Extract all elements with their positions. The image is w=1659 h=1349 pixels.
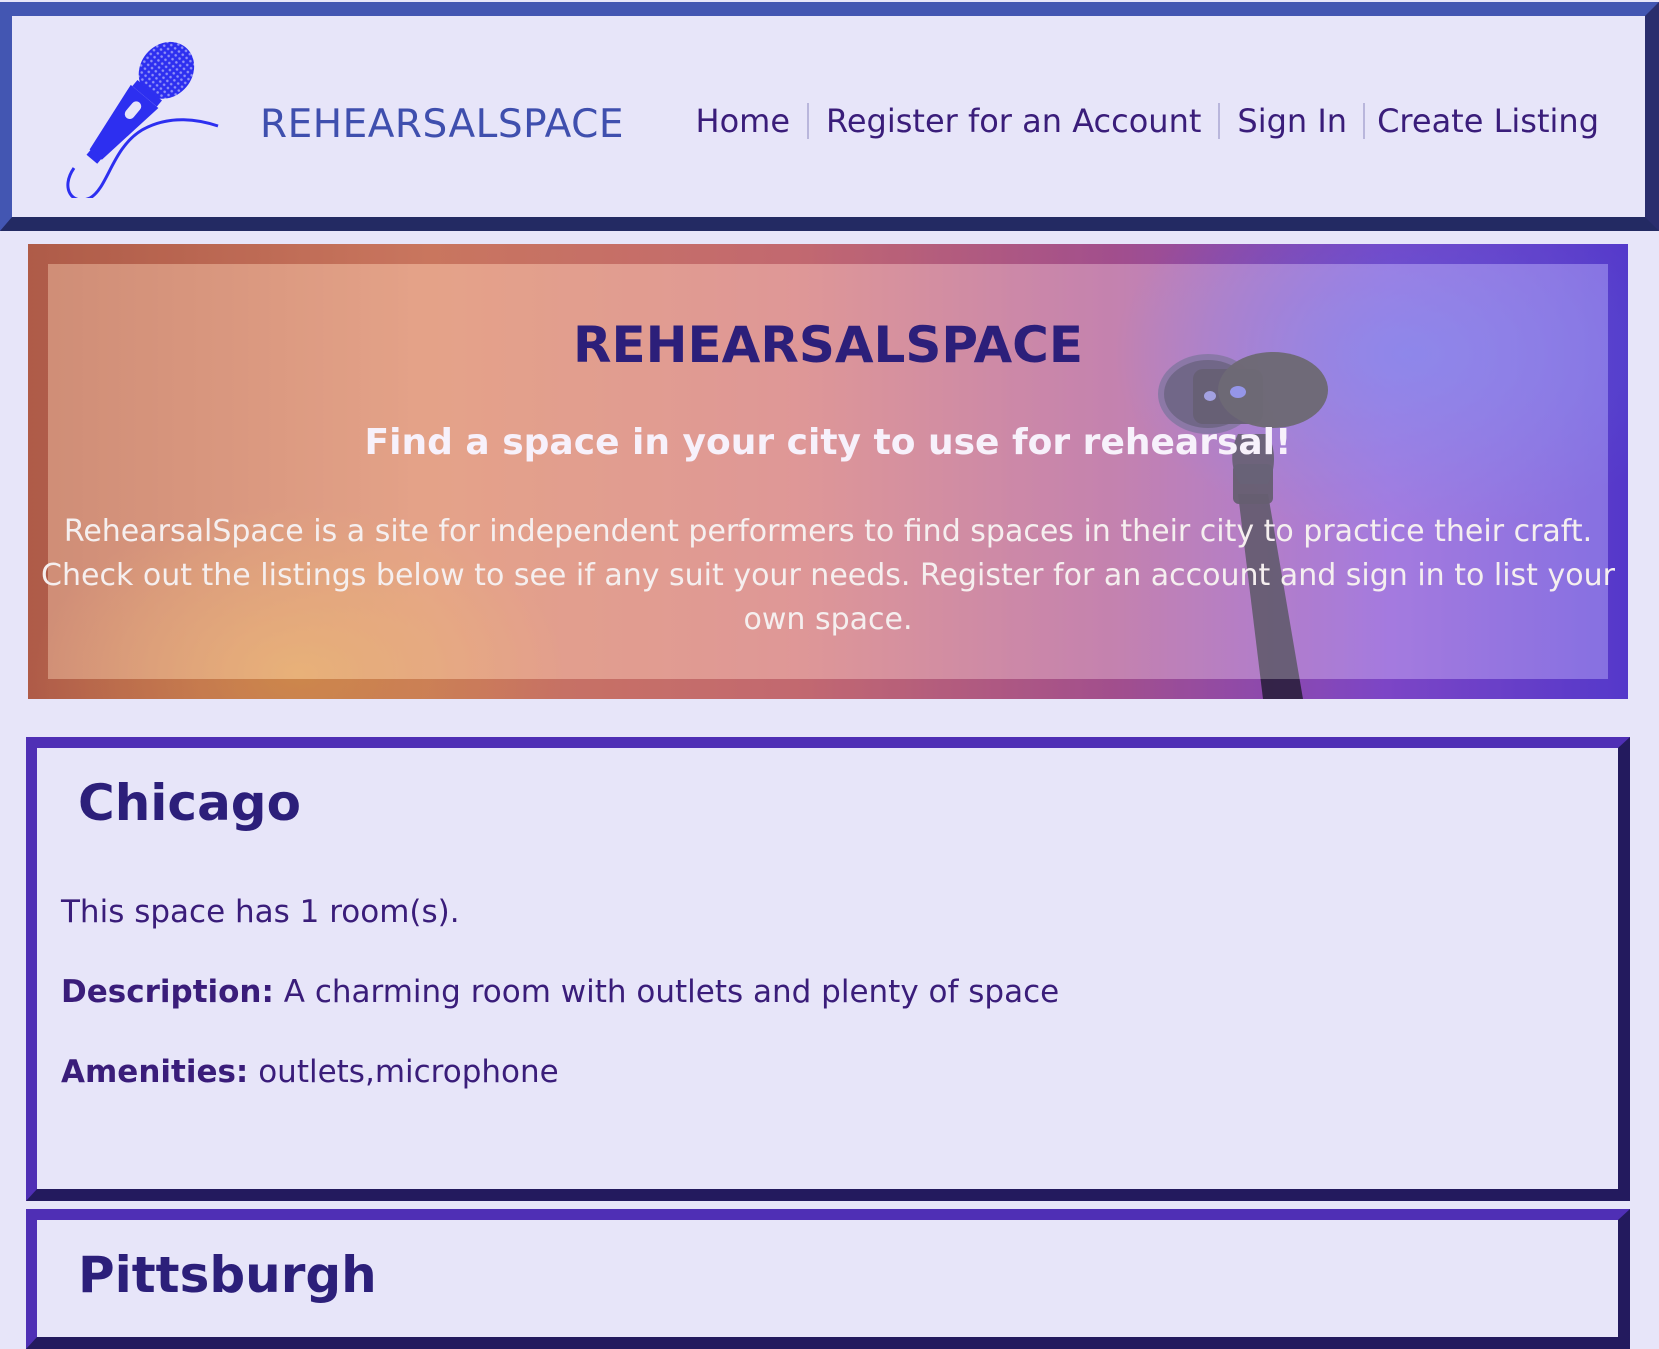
amenities-value: outlets,microphone [258,1054,559,1090]
listing-amenities: Amenities: outlets,microphone [61,1054,559,1090]
nav-divider [1363,103,1366,139]
listing-city: Pittsburgh [78,1246,377,1304]
nav-create-listing-link[interactable]: Create Listing [1377,102,1599,140]
listing-card: Pittsburgh [26,1209,1630,1349]
nav-register-link[interactable]: Register for an Account [826,102,1201,140]
amenities-label: Amenities: [61,1054,249,1090]
hero-banner: REHEARSALSPACE Find a space in your city… [28,244,1628,699]
listing-city: Chicago [78,774,301,832]
listing-rooms: This space has 1 room(s). [61,894,460,930]
hero-description: RehearsalSpace is a site for independent… [41,514,1615,637]
nav-home-link[interactable]: Home [696,102,791,140]
main-nav: Home Register for an Account Sign In Cre… [696,102,1599,140]
site-header: REHEARSALSPACE Home Register for an Acco… [0,2,1659,231]
listing-card: Chicago This space has 1 room(s). Descri… [26,737,1630,1201]
nav-sign-in-link[interactable]: Sign In [1237,102,1347,140]
nav-divider [807,103,810,139]
brand-name[interactable]: REHEARSALSPACE [260,102,624,147]
listing-description: Description: A charming room with outlet… [61,974,1059,1010]
microphone-icon[interactable] [50,38,236,198]
description-label: Description: [61,974,274,1010]
hero-title: REHEARSALSPACE [572,316,1084,374]
hero-subtitle: Find a space in your city to use for reh… [364,422,1292,463]
description-value: A charming room with outlets and plenty … [283,974,1060,1010]
nav-divider [1218,103,1221,139]
